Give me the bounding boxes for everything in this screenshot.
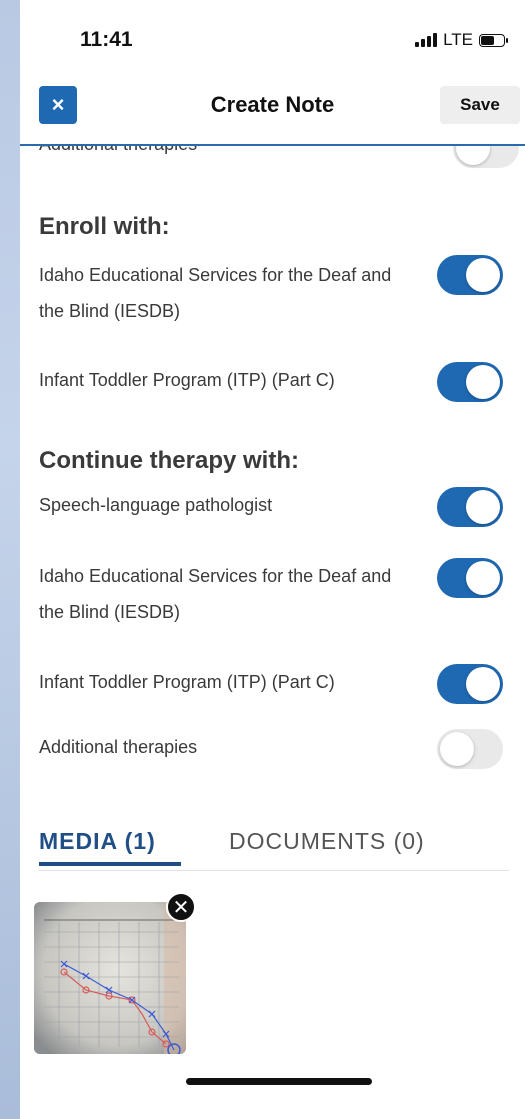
toggle-continue-iesdb[interactable] (437, 558, 503, 598)
home-indicator[interactable] (186, 1078, 372, 1085)
toggle-continue-slp[interactable] (437, 487, 503, 527)
section-heading-enroll: Enroll with: (39, 213, 170, 240)
nav-bar: × Create Note Save (20, 78, 525, 146)
toggle-enroll-iesdb[interactable] (437, 255, 503, 295)
toggle-continue-additional[interactable] (437, 729, 503, 769)
enroll-item-itp: Infant Toddler Program (ITP) (Part C) (39, 362, 509, 402)
continue-item-itp: Infant Toddler Program (ITP) (Part C) (39, 664, 509, 704)
continue-item-slp: Speech-language pathologist (39, 487, 509, 527)
continue-item-additional-label: Additional therapies (39, 737, 198, 757)
save-button[interactable]: Save (440, 86, 520, 124)
continue-item-itp-label: Infant Toddler Program (ITP) (Part C) (39, 672, 335, 692)
continue-item-additional: Additional therapies (39, 729, 509, 769)
section-heading-continue: Continue therapy with: (39, 447, 299, 474)
scroll-content[interactable]: Additional therapies Enroll with: Idaho … (20, 0, 525, 1119)
toggle-enroll-itp[interactable] (437, 362, 503, 402)
background-edge (0, 0, 20, 1119)
enroll-item-iesdb: Idaho Educational Services for the Deaf … (39, 255, 509, 335)
remove-media-icon[interactable]: ✕ (166, 892, 196, 922)
tab-documents[interactable]: DOCUMENTS (0) (229, 828, 425, 855)
continue-item-iesdb: Idaho Educational Services for the Deaf … (39, 558, 509, 638)
enroll-item-itp-label: Infant Toddler Program (ITP) (Part C) (39, 370, 335, 390)
media-thumbnail[interactable] (34, 902, 186, 1054)
continue-item-iesdb-label: Idaho Educational Services for the Deaf … (39, 566, 392, 622)
audiogram-photo-icon (34, 902, 186, 1054)
toggle-continue-itp[interactable] (437, 664, 503, 704)
continue-item-slp-label: Speech-language pathologist (39, 495, 273, 515)
phone-screen: 11:41 LTE Additional therapies Enroll wi… (20, 0, 525, 1119)
tab-active-underline (39, 862, 181, 866)
tab-media[interactable]: MEDIA (1) (39, 828, 156, 855)
media-documents-tabs: MEDIA (1) DOCUMENTS (0) (39, 822, 509, 871)
enroll-item-iesdb-label: Idaho Educational Services for the Deaf … (39, 265, 392, 321)
